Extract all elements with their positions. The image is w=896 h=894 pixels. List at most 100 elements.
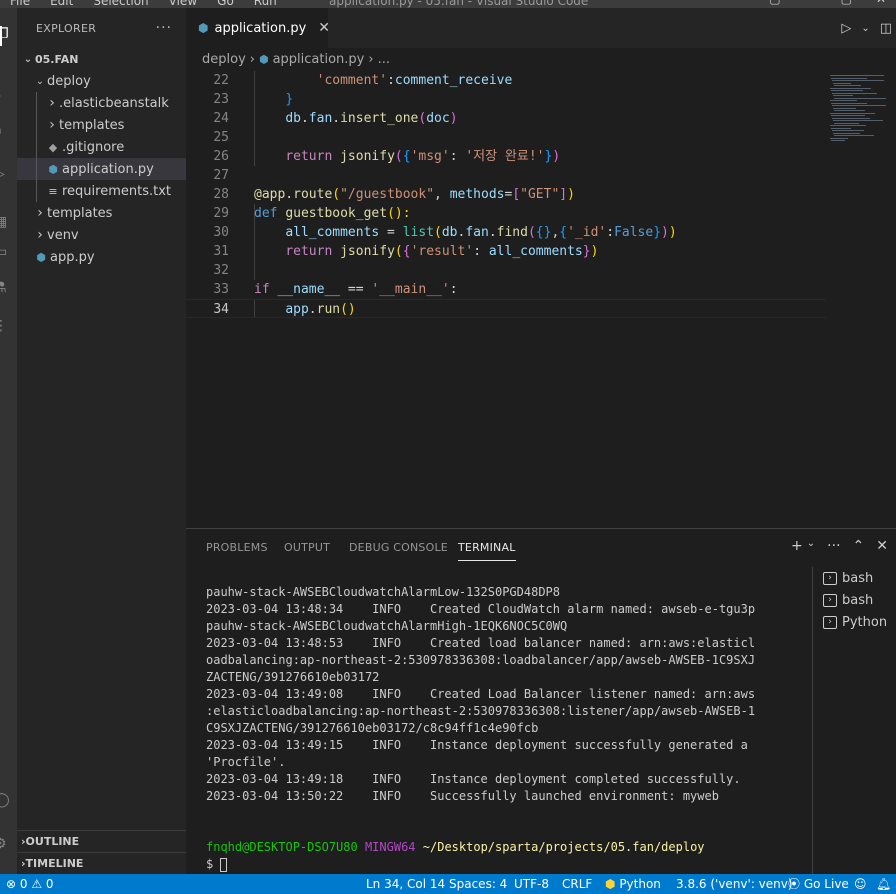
feedback-icon[interactable]: ☺: [854, 874, 867, 894]
tree-item[interactable]: › templates: [17, 202, 186, 224]
panel-tab[interactable]: PROBLEMS: [206, 541, 268, 554]
code-line[interactable]: 27: [186, 166, 826, 185]
more-actions-icon[interactable]: ···: [156, 20, 172, 36]
test-icon[interactable]: ⚗: [0, 280, 17, 300]
search-icon[interactable]: ⌕: [0, 88, 17, 108]
terminal-instance[interactable]: › bash: [813, 589, 896, 611]
new-terminal-icon[interactable]: +: [791, 538, 803, 554]
code-line[interactable]: 28 @app.route("/guestbook", methods=["GET…: [186, 185, 826, 204]
minimize-icon[interactable]: —: [805, 0, 817, 6]
python-file-icon: ⬢: [48, 162, 58, 176]
code-line[interactable]: 23 }: [186, 90, 826, 109]
code-line[interactable]: 26 return jsonify({'msg': '저장 완료!'}): [186, 147, 826, 166]
tab-label: application.py: [214, 20, 307, 36]
code-token: {: [402, 149, 411, 164]
run-file-icon[interactable]: ▷: [841, 21, 851, 36]
tree-item[interactable]: ⌄ deploy: [17, 70, 186, 92]
window-title: application.py - 05.fan - Visual Studio …: [329, 0, 589, 8]
panel-tab[interactable]: DEBUG CONSOLE: [349, 541, 448, 554]
language-mode[interactable]: ⬢ Python: [605, 874, 661, 894]
breadcrumb-folder[interactable]: deploy: [202, 52, 246, 67]
tree-item[interactable]: › .elasticbeanstalk: [17, 92, 186, 114]
cursor-position[interactable]: Ln 34, Col 14: [366, 874, 445, 894]
close-tab-icon[interactable]: ✕: [318, 20, 330, 36]
line-number: 28: [213, 187, 229, 202]
maximize-panel-icon[interactable]: ⌃: [853, 538, 865, 554]
end-of-line[interactable]: CRLF: [562, 874, 592, 894]
python-file-icon: ⬢: [36, 250, 46, 264]
breadcrumb-file[interactable]: application.py: [273, 52, 365, 67]
editor-tab-bar: ⬢ application.py ✕ ▷ ⌄ ◫: [186, 8, 896, 48]
encoding[interactable]: UTF-8: [514, 874, 549, 894]
code-line[interactable]: 32: [186, 261, 826, 280]
menu-item[interactable]: Go: [217, 0, 234, 8]
problems-indicator[interactable]: ⊗ 0 ⚠ 0: [6, 874, 54, 894]
breadcrumb-more[interactable]: ...: [378, 52, 390, 67]
layout-icon[interactable]: ▢: [769, 0, 780, 6]
code-line[interactable]: 24 db.fan.insert_one(doc): [186, 109, 826, 128]
panel-tab[interactable]: OUTPUT: [284, 541, 330, 554]
explorer-icon[interactable]: ❐: [0, 26, 17, 46]
code-token: def: [254, 206, 278, 221]
account-icon[interactable]: ◯: [0, 792, 17, 812]
tree-item[interactable]: ◆ .gitignore: [17, 136, 186, 158]
line-number: 30: [213, 225, 229, 240]
menu-item[interactable]: Selection: [93, 0, 148, 8]
indentation[interactable]: Spaces: 4: [449, 874, 507, 894]
notifications-bell-icon[interactable]: 🔔︎: [876, 874, 891, 894]
code-line[interactable]: 22 'comment':comment_receive: [186, 71, 826, 90]
tab-application-py[interactable]: ⬢ application.py ✕: [186, 8, 330, 48]
code-line[interactable]: 29 def guestbook_get():: [186, 204, 826, 223]
code-line[interactable]: 30 all_comments = list(db.fan.find({},{'…: [186, 223, 826, 242]
code-token: ): [567, 187, 575, 202]
run-dropdown-icon[interactable]: ⌄: [861, 23, 869, 34]
tree-item[interactable]: › templates: [17, 114, 186, 136]
terminal-prompt: fnqhd@DESKTOP-DSO7U80 MINGW64 ~/Desktop/…: [206, 839, 806, 856]
code-line[interactable]: 31 return jsonify({'result': all_comment…: [186, 242, 826, 261]
code-token: .: [488, 225, 497, 240]
code-token: all_comments: [285, 225, 380, 240]
terminal-dropdown-icon[interactable]: ⌄: [807, 538, 815, 554]
close-window-icon[interactable]: ✕: [876, 0, 886, 6]
menu-item[interactable]: Edit: [50, 0, 73, 8]
code-line[interactable]: 25: [186, 128, 826, 147]
extensions-icon[interactable]: ▦: [0, 214, 17, 234]
manage-gear-icon[interactable]: ⚙: [0, 836, 17, 856]
menu-item[interactable]: File: [10, 0, 30, 8]
remote-explorer-icon[interactable]: ▭: [0, 244, 17, 264]
code-line[interactable]: 33 if __name__ == '__main__':: [186, 280, 826, 299]
timeline-section[interactable]: › TIMELINE: [17, 852, 186, 874]
minimap[interactable]: [826, 71, 896, 527]
tree-item[interactable]: ≡ requirements.txt: [17, 180, 186, 202]
tree-item[interactable]: ⬢ app.py: [17, 246, 186, 268]
go-live-label: Go Live: [803, 877, 849, 891]
terminal-icon: ›: [823, 571, 837, 585]
tree-item-label: app.py: [50, 249, 95, 265]
terminal-output[interactable]: pauhw-stack-AWSEBCloudwatchAlarmLow-132S…: [206, 584, 806, 873]
code-token: return: [285, 244, 333, 259]
menu-item[interactable]: Run: [254, 0, 277, 8]
python-interpreter[interactable]: 3.8.6 ('venv': venv): [676, 874, 793, 894]
tree-item[interactable]: › venv: [17, 224, 186, 246]
tree-item[interactable]: ⬢ application.py: [17, 158, 186, 180]
outline-section[interactable]: › OUTLINE: [17, 830, 186, 852]
more-icon[interactable]: ⋮: [0, 318, 17, 338]
terminal-instance[interactable]: › bash: [813, 567, 896, 589]
minimap-line: [830, 125, 866, 126]
source-control-icon[interactable]: ⑂: [0, 126, 17, 146]
more-actions-icon[interactable]: ···: [827, 538, 840, 554]
terminal-instance[interactable]: › Python: [813, 611, 896, 633]
minimap-line: [833, 107, 856, 109]
workspace-root[interactable]: ⌄ 05.FAN: [17, 48, 186, 70]
panel-tab[interactable]: TERMINAL: [458, 541, 516, 561]
run-debug-icon[interactable]: ▷: [0, 166, 17, 186]
maximize-icon[interactable]: ▢: [841, 0, 852, 6]
go-live-button[interactable]: ⦿ Go Live: [788, 874, 849, 894]
code-editor[interactable]: 22 'comment':comment_receive 23 } 24 db.fa…: [186, 71, 826, 527]
split-editor-icon[interactable]: ◫: [880, 21, 892, 36]
terminal-input-line[interactable]: $: [206, 856, 806, 873]
menu-item[interactable]: View: [169, 0, 197, 8]
close-panel-icon[interactable]: ✕: [876, 538, 888, 554]
code-line[interactable]: 34 app.run(): [186, 299, 826, 318]
